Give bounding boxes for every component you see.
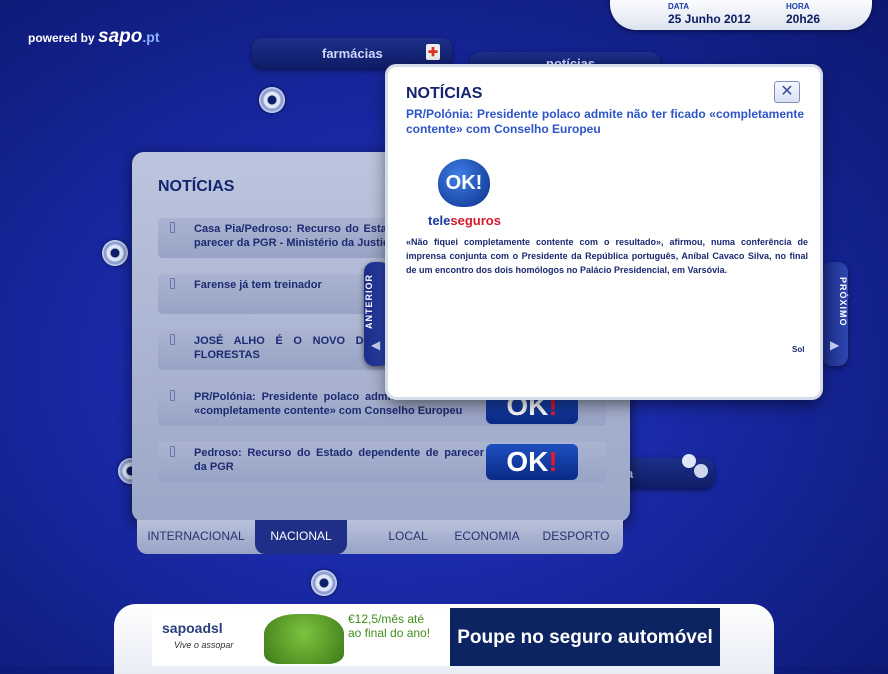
tab-local[interactable]: LOCAL	[375, 520, 441, 554]
item-marker-icon	[170, 390, 175, 401]
menu-ring-button[interactable]	[259, 87, 285, 113]
date-label: DATA	[668, 2, 690, 11]
previous-button[interactable]: ANTERIOR ◀	[364, 262, 390, 366]
ok-logo-badge: OK!	[438, 159, 490, 207]
next-label: PRÓXIMO	[838, 277, 848, 327]
adsl-brand: sapoadsl	[162, 620, 223, 636]
adsl-price: €12,5/mês até ao final do ano!	[348, 612, 431, 640]
brand-part-b: seguros	[450, 213, 501, 228]
powered-by-label: powered by	[28, 31, 95, 45]
item-marker-icon	[170, 446, 175, 457]
popup-headline: PR/Polónia: Presidente polaco admite não…	[406, 107, 804, 136]
insurance-ad[interactable]: Poupe no seguro automóvel	[450, 608, 720, 666]
adsl-tagline: Vive o assopar	[174, 640, 234, 650]
bubble-icon	[694, 464, 708, 478]
popup-source: Sol	[792, 345, 805, 354]
sapo-tld: .pt	[142, 29, 160, 45]
ok-logo-text: OK!	[445, 172, 483, 194]
news-item-text: Pedroso: Recurso do Estado dependente de…	[194, 447, 484, 473]
datetime-panel: DATA 25 Junho 2012 HORA 20h26	[610, 0, 872, 30]
ok-thumb-excl: !	[548, 446, 558, 477]
close-button[interactable]: ✕	[774, 81, 800, 103]
teleseguros-wordmark: teleseguros	[428, 213, 501, 228]
tab-nacional[interactable]: NACIONAL	[255, 520, 347, 554]
time-label: HORA	[786, 2, 810, 11]
menu-ring-button[interactable]	[311, 570, 337, 596]
teleseguros-logo: OK! teleseguros	[428, 159, 508, 235]
item-marker-icon	[170, 278, 175, 289]
time-value: 20h26	[786, 12, 821, 26]
menu-ring-button[interactable]	[102, 240, 128, 266]
item-marker-icon	[170, 334, 175, 345]
sapo-adsl-ad[interactable]: sapoadsl Vive o assopar €12,5/mês até ao…	[152, 610, 452, 666]
powered-by-logo: powered by sapo.pt	[28, 26, 160, 48]
pharmacy-icon: ✚	[426, 44, 440, 60]
sapo-brand: sapo	[98, 26, 143, 47]
bubble-icon	[682, 454, 696, 468]
item-marker-icon	[170, 222, 175, 233]
ok-thumb-text: OK	[506, 446, 549, 477]
close-icon: ✕	[780, 83, 794, 100]
date-value: 25 Junho 2012	[668, 12, 751, 26]
tab-spacer	[347, 520, 375, 554]
menu-pill-farmacias[interactable]: farmácias ✚	[252, 38, 452, 68]
news-list-title: NOTÍCIAS	[158, 178, 235, 195]
popup-body: «Não fiquei completamente contente com o…	[406, 237, 808, 275]
frog-image	[264, 614, 344, 664]
menu-pill-farmacias-label: farmácias	[322, 46, 383, 61]
category-tabs: INTERNACIONAL NACIONAL LOCAL ECONOMIA DE…	[137, 520, 623, 554]
arrow-left-icon: ◀	[371, 338, 381, 352]
brand-part-a: tele	[428, 213, 451, 228]
tab-internacional[interactable]: INTERNACIONAL	[137, 520, 255, 554]
tab-economia[interactable]: ECONOMIA	[441, 520, 533, 554]
tab-desporto[interactable]: DESPORTO	[533, 520, 619, 554]
next-button[interactable]: PRÓXIMO ▶	[822, 262, 848, 366]
arrow-right-icon: ▶	[830, 338, 840, 352]
popup-title: NOTÍCIAS	[406, 85, 483, 102]
previous-label: ANTERIOR	[364, 274, 374, 330]
news-popup: NOTÍCIAS ✕ PR/Polónia: Presidente polaco…	[388, 67, 820, 397]
news-list-item[interactable]: Pedroso: Recurso do Estado dependente de…	[158, 442, 606, 482]
ok-thumbnail: OK!	[486, 444, 578, 480]
